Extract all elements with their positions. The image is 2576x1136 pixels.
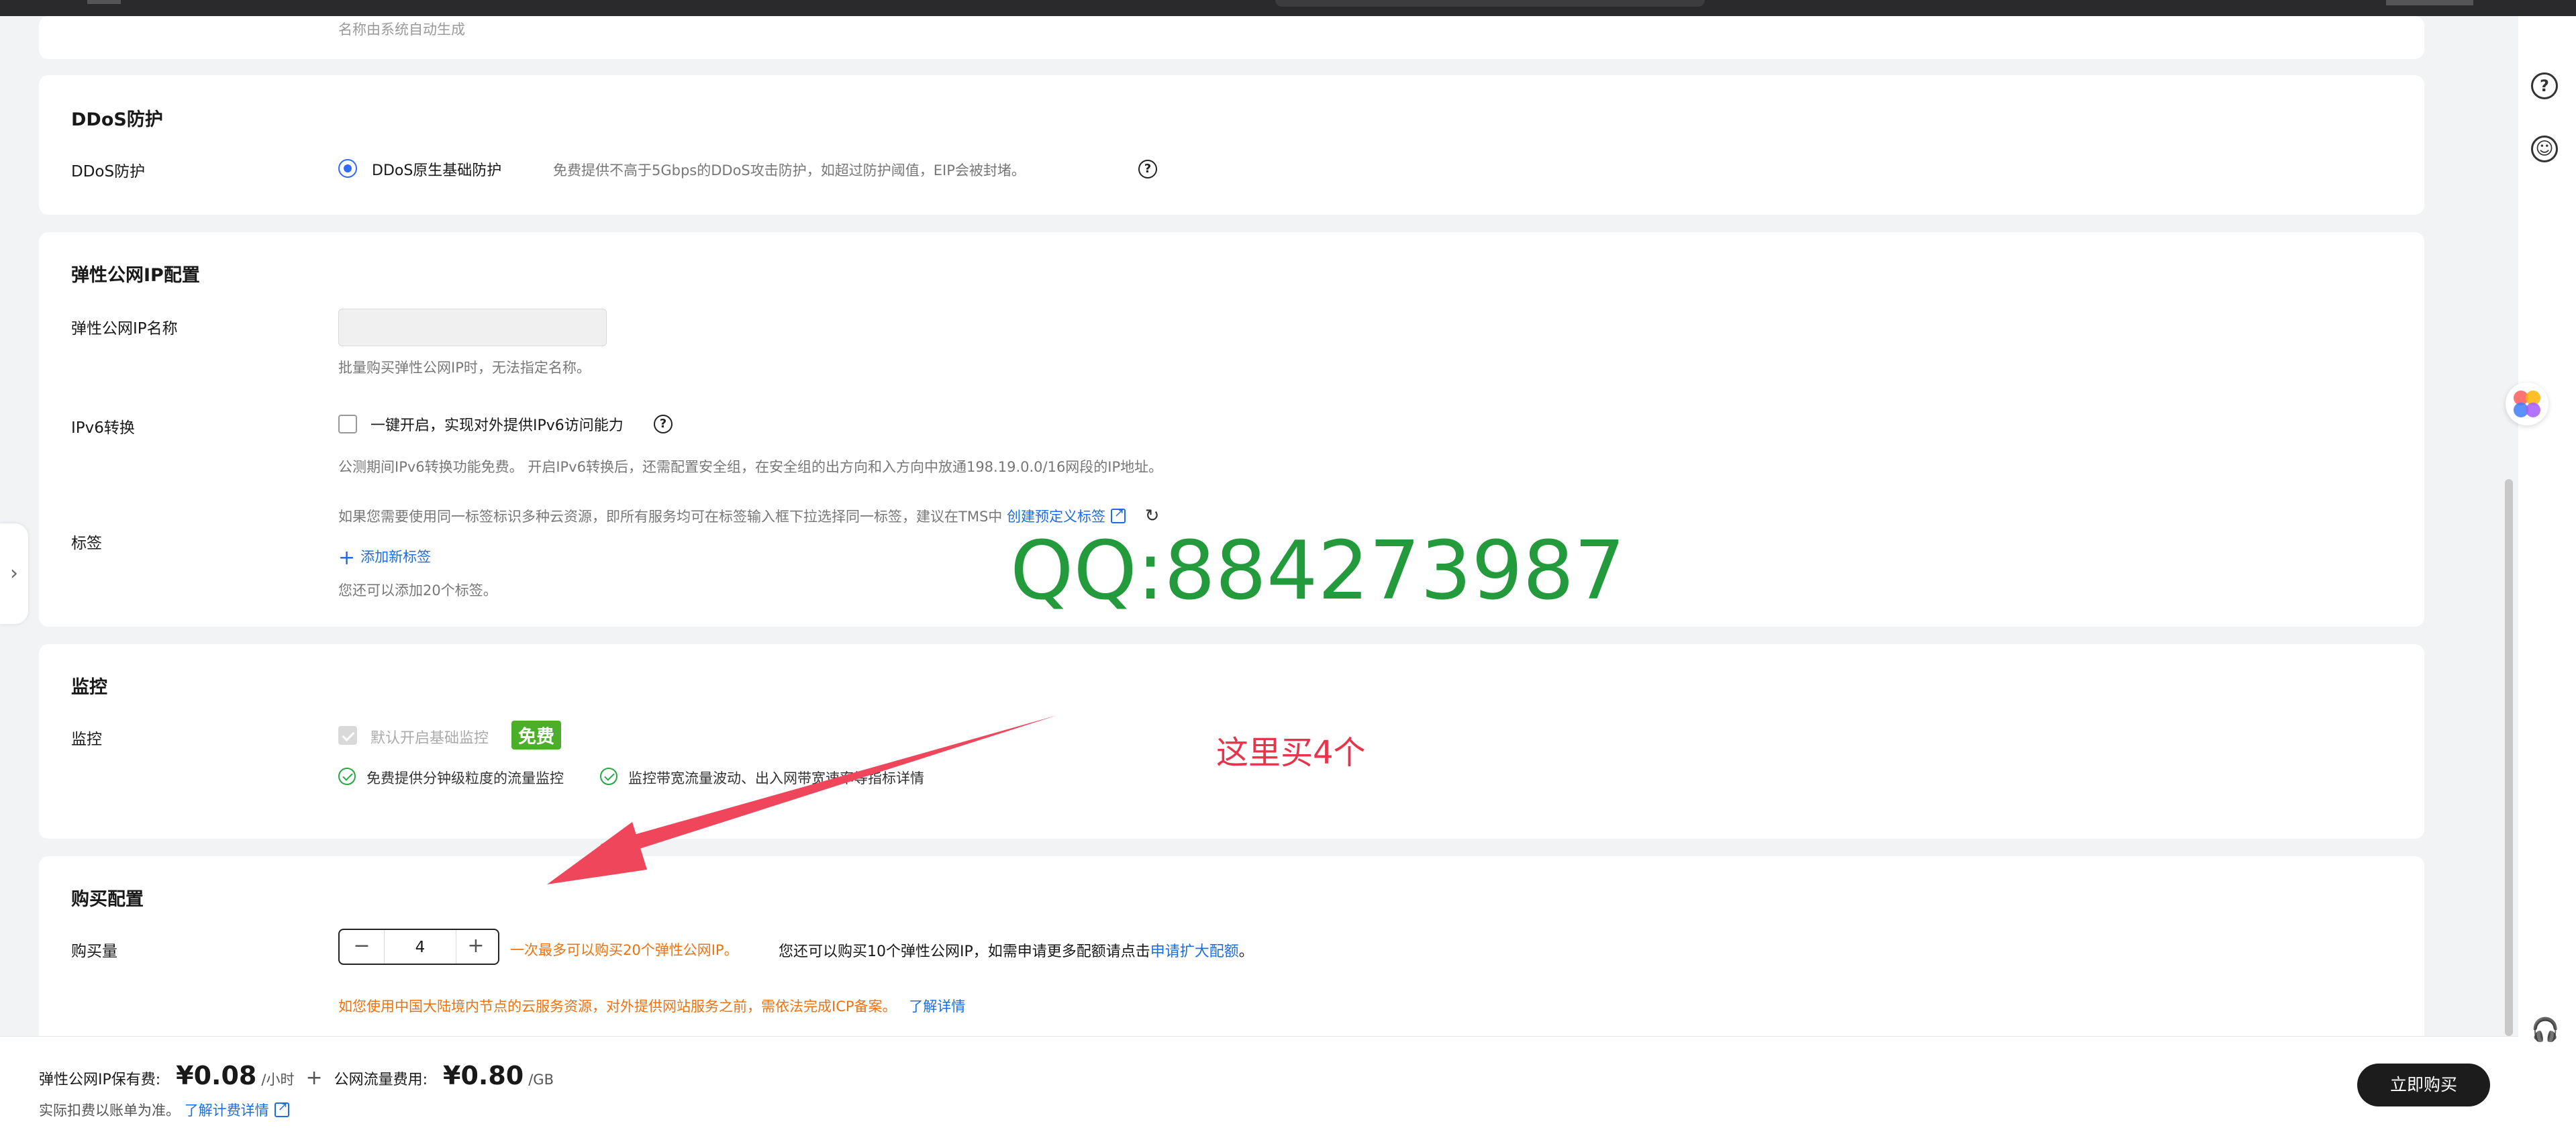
price-summary: 弹性公网IP保有费: ¥0.08 /小时 + 公网流量费用: ¥0.80 /GB <box>39 1061 554 1090</box>
eip-fee-label: 弹性公网IP保有费: <box>39 1072 161 1088</box>
feedback-smile-icon[interactable]: ☺ <box>2531 136 2558 162</box>
purchase-limit-note: 一次最多可以购买20个弹性公网IP。 <box>510 942 738 958</box>
ddos-card: DDoS防护 DDoS防护 DDoS原生基础防护 免费提供不高于5Gbps的DD… <box>39 75 2424 215</box>
right-toolbar <box>2518 16 2576 1136</box>
monitor-section-title: 监控 <box>71 677 107 698</box>
eip-name-hint: 批量购买弹性公网IP时，无法指定名称。 <box>338 360 591 376</box>
apply-quota-link[interactable]: 申请扩大配额 <box>1150 943 1239 960</box>
check-circle-icon <box>338 768 356 785</box>
quota-note: 您还可以购买10个弹性公网IP，如需申请更多配额请点击申请扩大配额。 <box>779 939 1254 961</box>
plus-icon[interactable]: + <box>454 930 498 964</box>
quota-note-text: 您还可以购买10个弹性公网IP，如需申请更多配额请点击 <box>779 943 1150 960</box>
learn-more-link[interactable]: 了解详情 <box>909 998 965 1015</box>
refresh-icon[interactable]: ↻ <box>1145 506 1160 526</box>
eip-name-label: 弹性公网IP名称 <box>71 320 178 338</box>
quantity-value[interactable]: 4 <box>384 930 456 964</box>
billing-note: 实际扣费以账单为准。 了解计费详情 <box>39 1100 289 1120</box>
name-card-partial: 名称由系统自动生成 <box>39 16 2424 59</box>
expand-sidebar-button[interactable]: › <box>0 523 28 624</box>
traffic-fee-label: 公网流量费用: <box>334 1072 428 1088</box>
quota-note-period: 。 <box>1238 943 1254 960</box>
ddos-label: DDoS防护 <box>71 163 146 180</box>
billing-details-text[interactable]: 了解计费详情 <box>185 1102 269 1119</box>
top-nav-bar <box>0 0 2576 16</box>
icp-note-text: 如您使用中国大陆境内节点的云服务资源，对外提供网站服务之前，需依法完成ICP备案… <box>338 998 897 1015</box>
tag-description-text: 如果您需要使用同一标签标识多种云资源，即所有服务均可在标签输入框下拉选择同一标签… <box>338 509 1003 525</box>
eip-fee-unit: /小时 <box>261 1072 295 1088</box>
help-icon[interactable]: ? <box>654 415 673 433</box>
help-icon[interactable]: ? <box>2531 72 2558 99</box>
page-scrollbar[interactable] <box>2505 479 2513 1036</box>
eip-section-title: 弹性公网IP配置 <box>71 265 200 286</box>
quantity-label: 购买量 <box>71 943 117 960</box>
customer-service-icon[interactable]: 🎧 <box>2531 1019 2559 1045</box>
help-icon[interactable]: ? <box>1138 160 1157 178</box>
monitor-option-label: 默认开启基础监控 <box>370 730 489 747</box>
auto-name-note: 名称由系统自动生成 <box>338 21 465 38</box>
ddos-section-title: DDoS防护 <box>71 109 163 130</box>
add-tag-button[interactable]: + 添加新标签 <box>338 546 431 570</box>
ipv6-label: IPv6转换 <box>71 419 135 437</box>
top-nav-right <box>2386 0 2473 5</box>
external-link-icon <box>274 1100 289 1117</box>
monitor-feature-1: 免费提供分钟级粒度的流量监控 <box>366 770 564 786</box>
billing-details-link[interactable]: 了解计费详情 <box>185 1100 289 1119</box>
monitor-label: 监控 <box>71 731 102 748</box>
order-footer: 弹性公网IP保有费: ¥0.08 /小时 + 公网流量费用: ¥0.80 /GB… <box>0 1036 2518 1136</box>
traffic-fee-unit: /GB <box>528 1072 554 1088</box>
tag-label: 标签 <box>71 535 102 552</box>
plus-icon: + <box>338 546 356 570</box>
top-search-pill[interactable] <box>1275 0 1705 7</box>
ddos-description: 免费提供不高于5Gbps的DDoS攻击防护，如超过防护阈值，EIP会被封堵。 <box>553 162 1026 178</box>
create-predefined-tag-link[interactable]: 创建预定义标签 <box>1007 506 1126 525</box>
ai-assistant-petal <box>2526 403 2540 417</box>
check-circle-icon <box>600 768 617 785</box>
minus-icon[interactable]: − <box>340 930 384 964</box>
traffic-fee: ¥0.80 <box>443 1061 524 1090</box>
ai-assistant-icon[interactable] <box>2506 382 2548 425</box>
tag-description: 如果您需要使用同一标签标识多种云资源，即所有服务均可在标签输入框下拉选择同一标签… <box>338 506 1159 526</box>
watermark-text: QQ:884273987 <box>1010 525 1626 618</box>
create-predefined-tag-text[interactable]: 创建预定义标签 <box>1007 509 1105 525</box>
billing-note-text: 实际扣费以账单为准。 <box>39 1102 180 1119</box>
add-tag-label[interactable]: 添加新标签 <box>360 549 431 565</box>
external-link-icon <box>1110 506 1126 523</box>
icp-note: 如您使用中国大陆境内节点的云服务资源，对外提供网站服务之前，需依法完成ICP备案… <box>338 996 965 1016</box>
eip-name-input <box>338 309 607 346</box>
quantity-stepper[interactable]: − 4 + <box>338 929 499 965</box>
ipv6-hint: 公测期间IPv6转换功能免费。 开启IPv6转换后，还需配置安全组，在安全组的出… <box>338 459 1163 475</box>
top-nav-left <box>87 0 121 4</box>
annotation-text: 这里买4个 <box>1216 734 1366 772</box>
monitor-checkbox <box>338 726 357 745</box>
monitor-feature-2: 监控带宽流量波动、出入网带宽速率等指标详情 <box>628 770 924 786</box>
purchase-card: 购买配置 购买量 − 4 + 一次最多可以购买20个弹性公网IP。 您还可以购买… <box>39 856 2424 1057</box>
ddos-option-label[interactable]: DDoS原生基础防护 <box>372 158 501 180</box>
ddos-radio[interactable] <box>338 159 357 178</box>
eip-fee: ¥0.08 <box>176 1061 257 1090</box>
buy-now-button[interactable]: 立即购买 <box>2357 1064 2490 1106</box>
chevron-right-icon: › <box>10 562 18 585</box>
free-badge: 免费 <box>511 721 561 750</box>
purchase-section-title: 购买配置 <box>71 889 144 910</box>
plus-sign: + <box>305 1066 323 1090</box>
tag-remaining-note: 您还可以添加20个标签。 <box>338 582 497 599</box>
ipv6-checkbox[interactable] <box>338 415 357 433</box>
ipv6-option-label[interactable]: 一键开启，实现对外提供IPv6访问能力 <box>370 413 624 435</box>
